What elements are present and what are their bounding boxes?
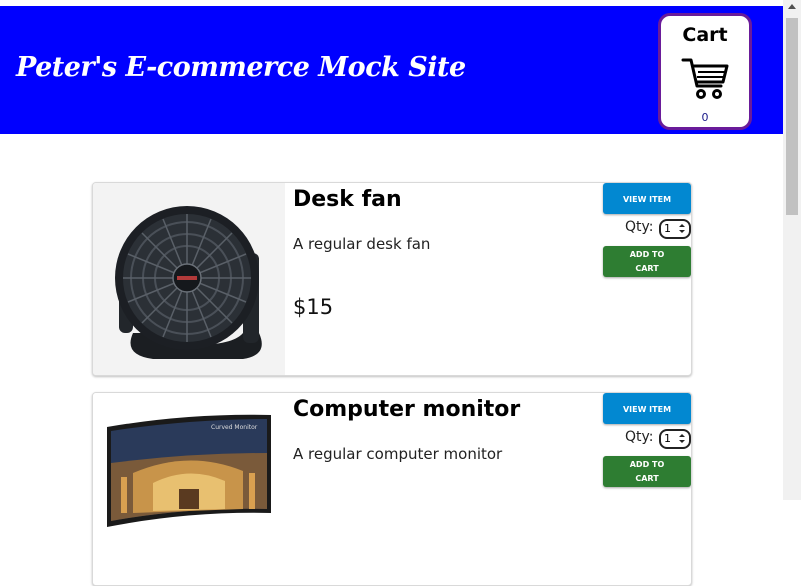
quantity-value: 1 bbox=[664, 432, 671, 445]
svg-text:Curved Monitor: Curved Monitor bbox=[211, 424, 258, 431]
cart-button[interactable]: Cart 0 bbox=[658, 13, 752, 130]
spinner-arrows-icon[interactable] bbox=[678, 433, 686, 444]
view-item-button[interactable]: VIEW ITEM bbox=[603, 183, 691, 214]
cart-label: Cart bbox=[682, 24, 728, 46]
product-image-desk-fan bbox=[93, 183, 285, 375]
product-image-computer-monitor: Curved Monitor bbox=[93, 393, 285, 585]
add-to-cart-line1: ADD TO bbox=[629, 459, 665, 469]
quantity-label: Qty: bbox=[625, 429, 654, 445]
quantity-stepper[interactable]: 1 bbox=[659, 429, 691, 449]
add-to-cart-button[interactable]: ADD TO CART bbox=[603, 246, 691, 277]
product-description: A regular desk fan bbox=[293, 235, 431, 253]
scrollbar-thumb[interactable] bbox=[786, 18, 798, 215]
shopping-cart-icon bbox=[681, 58, 729, 99]
quantity-label: Qty: bbox=[625, 219, 654, 235]
quantity-stepper[interactable]: 1 bbox=[659, 219, 691, 239]
desk-fan-image bbox=[93, 183, 285, 375]
product-title: Desk fan bbox=[293, 187, 402, 212]
computer-monitor-image: Curved Monitor bbox=[93, 393, 285, 585]
add-to-cart-button[interactable]: ADD TO CART bbox=[603, 456, 691, 487]
add-to-cart-label: ADD TO CART bbox=[630, 248, 665, 276]
add-to-cart-line1: ADD TO bbox=[629, 249, 665, 259]
view-item-button[interactable]: VIEW ITEM bbox=[603, 393, 691, 424]
quantity-selector: Qty: 1 bbox=[625, 219, 691, 239]
product-card-computer-monitor: Curved Monitor Computer monitor A regula… bbox=[92, 392, 692, 586]
add-to-cart-line2: CART bbox=[635, 263, 659, 273]
quantity-value: 1 bbox=[664, 222, 671, 235]
product-title: Computer monitor bbox=[293, 397, 521, 422]
site-header: Peter's E-commerce Mock Site Cart 0 bbox=[0, 6, 783, 134]
cart-item-count: 0 bbox=[701, 111, 709, 124]
product-card-desk-fan: Desk fan A regular desk fan $15 VIEW ITE… bbox=[92, 182, 692, 376]
spinner-arrows-icon[interactable] bbox=[678, 223, 686, 234]
add-to-cart-label: ADD TO CART bbox=[630, 458, 665, 486]
scroll-up-arrow-icon[interactable] bbox=[788, 4, 796, 9]
site-title: Peter's E-commerce Mock Site bbox=[16, 52, 466, 83]
add-to-cart-line2: CART bbox=[635, 473, 659, 483]
product-price: $15 bbox=[293, 295, 334, 319]
product-description: A regular computer monitor bbox=[293, 445, 503, 463]
vertical-scrollbar[interactable] bbox=[783, 0, 801, 500]
quantity-selector: Qty: 1 bbox=[625, 429, 691, 449]
